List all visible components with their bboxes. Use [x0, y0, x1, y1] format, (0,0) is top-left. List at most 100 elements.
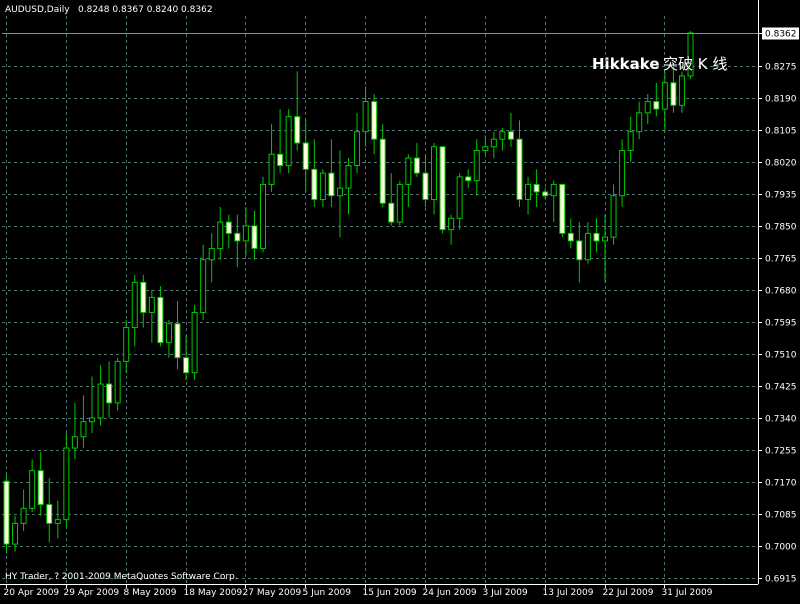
candle-body-bear: [507, 131, 514, 140]
candle-body-bull: [345, 165, 352, 189]
y-tick-label: 0.7595: [765, 319, 797, 329]
candle-body-bull: [80, 421, 87, 438]
candle-body-bear: [371, 101, 378, 140]
candle: [191, 304, 198, 381]
y-tick-label: 0.7170: [765, 479, 797, 489]
candle-body-bear: [174, 323, 181, 359]
candle-body-bull: [644, 101, 651, 114]
candle-body-bull: [602, 236, 608, 242]
y-tick-label: 0.7680: [765, 287, 797, 297]
candle-body-bear: [251, 225, 258, 249]
candle: [114, 357, 121, 411]
candle-body-bear: [3, 480, 10, 545]
candle-body-bear: [388, 202, 395, 223]
y-tick-label: 0.7340: [765, 415, 797, 425]
candle-body-bull: [661, 82, 668, 110]
candle-body-bear: [439, 146, 446, 231]
y-tick-label: 0.8020: [765, 159, 797, 169]
candle-body-bull: [550, 183, 557, 197]
candle-body-bear: [576, 240, 583, 261]
candle-body-bear: [311, 168, 318, 200]
candle-body-bull: [396, 183, 403, 223]
current-price-label: 0.8362: [765, 30, 797, 40]
candle-body-bear: [465, 176, 472, 182]
annotation-hikkake: Hikkake: [592, 55, 660, 73]
candle-body-bear: [516, 138, 523, 200]
candle-body-bull: [123, 327, 130, 362]
candle-body-bull: [285, 116, 292, 167]
y-tick-label: 0.7425: [765, 383, 797, 393]
y-tick-label: 0.7935: [765, 191, 797, 201]
candle-body-bull: [12, 522, 19, 545]
candle-body-bull: [482, 146, 489, 152]
candle: [285, 109, 292, 174]
candle-body-bull: [200, 259, 207, 313]
x-tick-label: 20 Apr 2009: [4, 588, 60, 598]
candle-body-bull: [610, 195, 617, 238]
y-tick-label: 0.7000: [765, 543, 797, 553]
candle-body-bull: [584, 232, 591, 261]
candle-body-bull: [473, 150, 480, 182]
candle-body-bear: [533, 183, 540, 193]
candle: [260, 176, 266, 253]
copyright-text: HY Trader, ? 2001-2009 MetaQuotes Softwa…: [5, 572, 238, 582]
candle-body-bear: [234, 232, 241, 242]
candle-body-bull: [354, 131, 361, 167]
candle-body-bull: [619, 150, 626, 197]
chart-symbol: AUDUSD,Daily: [5, 5, 70, 15]
candle-body-bear: [106, 383, 113, 404]
candle-body-bear: [294, 116, 301, 144]
candle-body-bull: [71, 436, 78, 449]
x-tick-label: 5 Jun 2009: [303, 588, 352, 598]
x-tick-label: 15 Jun 2009: [363, 588, 417, 598]
candle-body-bull: [319, 172, 326, 200]
candle-body-bull: [131, 281, 138, 329]
x-tick-label: 24 Jun 2009: [423, 588, 477, 598]
x-tick-label: 22 Jul 2009: [603, 588, 654, 598]
candle-body-bear: [328, 172, 335, 197]
candle-body-bull: [165, 323, 172, 344]
candle-body-bear: [157, 296, 164, 344]
candle-body-bull: [89, 417, 95, 423]
candle-body-bear: [670, 82, 677, 106]
candle-body-bull: [678, 75, 685, 106]
x-tick-label: 13 Jul 2009: [543, 588, 594, 598]
candle-body-bull: [627, 131, 634, 152]
x-tick-label: 29 Apr 2009: [64, 588, 120, 598]
x-tick-label: 8 May 2009: [124, 588, 177, 598]
y-tick-label: 0.8105: [765, 127, 797, 137]
candle-body-bull: [336, 187, 343, 197]
candle-body-bear: [140, 281, 147, 313]
candle-body-bear: [593, 232, 600, 242]
candle-body-bull: [191, 311, 198, 374]
y-tick-label: 0.6915: [765, 575, 797, 585]
candle-body-bear: [379, 138, 386, 204]
candle-body-bear: [567, 232, 574, 242]
x-tick-label: 27 May 2009: [243, 588, 302, 598]
candle: [439, 146, 446, 234]
candle: [3, 474, 10, 554]
y-tick-label: 0.7085: [765, 511, 797, 521]
candle-body-bear: [183, 357, 190, 374]
candle-body-bull: [217, 221, 224, 249]
chart-root: 0.8275 0.8190 0.8105 0.8020 0.7935 0.7850 0.77…: [0, 0, 800, 600]
candle-body-bear: [302, 142, 309, 170]
candle-body-bull: [260, 183, 266, 249]
candle-body-bull: [456, 176, 463, 219]
candle-body-bear: [422, 172, 429, 200]
x-tick-label: 3 Jul 2009: [483, 588, 528, 598]
candle-body-bear: [46, 504, 53, 524]
candle-body-bull: [362, 101, 369, 133]
candle-body-bull: [63, 447, 70, 521]
candle-body-bear: [542, 191, 549, 197]
current-price-marker: 0.8362: [762, 27, 799, 40]
x-tick-label: 31 Jul 2009: [662, 588, 713, 598]
candle-body-bull: [268, 153, 275, 185]
candle-body-bull: [114, 360, 121, 404]
candle: [559, 183, 566, 238]
annotation-breakout-candle: 突破 K 线: [663, 55, 727, 73]
candle: [396, 180, 403, 226]
y-tick-label: 0.7765: [765, 255, 797, 265]
candle-body-bull: [29, 470, 36, 509]
candle-body-bull: [54, 519, 61, 524]
